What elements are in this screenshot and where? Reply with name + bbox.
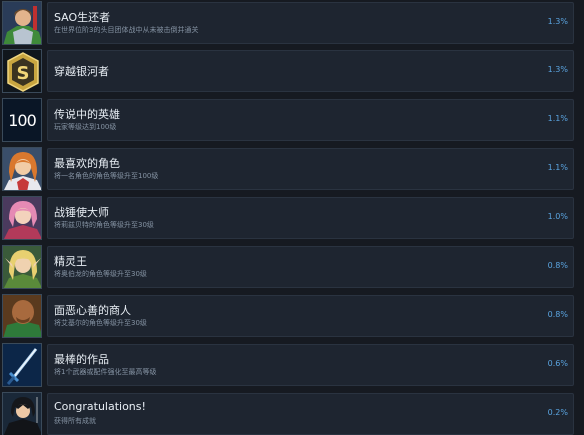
achievement-row[interactable]: 100 传说中的英雄 玩家等级达到100级 1.1% — [0, 97, 584, 143]
unlock-percentage: 0.8% — [547, 310, 568, 319]
achievement-row[interactable]: 精灵王 将奥伯龙的角色等级升至30级 0.8% — [0, 244, 584, 290]
armored-knight-portrait-icon — [2, 1, 42, 45]
achievement-description: 将1个武器或配件强化至最高等级 — [54, 368, 157, 376]
achievement-row[interactable]: Congratulations! 获得所有成就 0.2% — [0, 391, 584, 435]
achievement-row[interactable]: 面恶心善的商人 将艾基尔的角色等级升至30级 0.8% — [0, 293, 584, 339]
achievement-row[interactable]: 最棒的作品 将1个武器或配件强化至最高等级 0.6% — [0, 342, 584, 388]
achievement-title: 穿越银河者 — [54, 65, 109, 78]
achievement-row[interactable]: S 穿越银河者 1.3% — [0, 48, 584, 94]
achievement-bar — [47, 148, 574, 190]
gold-s-emblem-icon: S — [2, 49, 42, 93]
achievement-description: 在世界位阶3的头目团体战中从未被击倒并通关 — [54, 26, 199, 34]
achievement-bar — [47, 246, 574, 288]
achievement-title: 最棒的作品 — [54, 353, 109, 366]
achievement-row[interactable]: 战锤使大师 将莉兹贝特的角色等级升至30级 1.0% — [0, 195, 584, 241]
achievement-title: 面恶心善的商人 — [54, 304, 131, 317]
unlock-percentage: 1.0% — [547, 212, 568, 221]
achievement-row[interactable]: SAO生还者 在世界位阶3的头目团体战中从未被击倒并通关 1.3% — [0, 0, 584, 46]
unlock-percentage: 1.1% — [547, 114, 568, 123]
achievement-description: 将莉兹贝特的角色等级升至30级 — [54, 221, 154, 229]
svg-text:S: S — [17, 63, 30, 84]
achievement-title: 传说中的英雄 — [54, 108, 120, 121]
achievement-bar — [47, 2, 574, 44]
level-100-icon-text: 100 — [8, 110, 37, 130]
achievement-row[interactable]: 最喜欢的角色 将一名角色的角色等级升至100级 1.1% — [0, 146, 584, 192]
achievement-list: SAO生还者 在世界位阶3的头目团体战中从未被击倒并通关 1.3% S 穿越银河… — [0, 0, 584, 435]
achievement-description: 获得所有成就 — [54, 417, 96, 425]
achievement-bar — [47, 197, 574, 239]
sword-icon — [2, 343, 42, 387]
unlock-percentage: 1.3% — [547, 17, 568, 26]
unlock-percentage: 0.2% — [547, 408, 568, 417]
achievement-description: 将奥伯龙的角色等级升至30级 — [54, 270, 147, 278]
achievement-bar — [47, 344, 574, 386]
achievement-description: 将一名角色的角色等级升至100级 — [54, 172, 159, 180]
blonde-elf-portrait-icon — [2, 245, 42, 289]
pink-haired-girl-portrait-icon — [2, 196, 42, 240]
bald-merchant-portrait-icon — [2, 294, 42, 338]
unlock-percentage: 1.3% — [547, 65, 568, 74]
achievement-title: Congratulations! — [54, 400, 146, 413]
achievement-bar — [47, 50, 574, 92]
achievement-title: 战锤使大师 — [54, 206, 109, 219]
achievement-description: 玩家等级达到100级 — [54, 123, 117, 131]
level-100-icon: 100 — [2, 98, 42, 142]
unlock-percentage: 0.6% — [547, 359, 568, 368]
unlock-percentage: 1.1% — [547, 163, 568, 172]
achievement-title: SAO生还者 — [54, 11, 111, 24]
achievement-bar — [47, 99, 574, 141]
unlock-percentage: 0.8% — [547, 261, 568, 270]
achievement-title: 最喜欢的角色 — [54, 157, 120, 170]
black-swordsman-portrait-icon — [2, 392, 42, 435]
orange-haired-girl-portrait-icon — [2, 147, 42, 191]
achievement-description: 将艾基尔的角色等级升至30级 — [54, 319, 147, 327]
achievement-title: 精灵王 — [54, 255, 87, 268]
